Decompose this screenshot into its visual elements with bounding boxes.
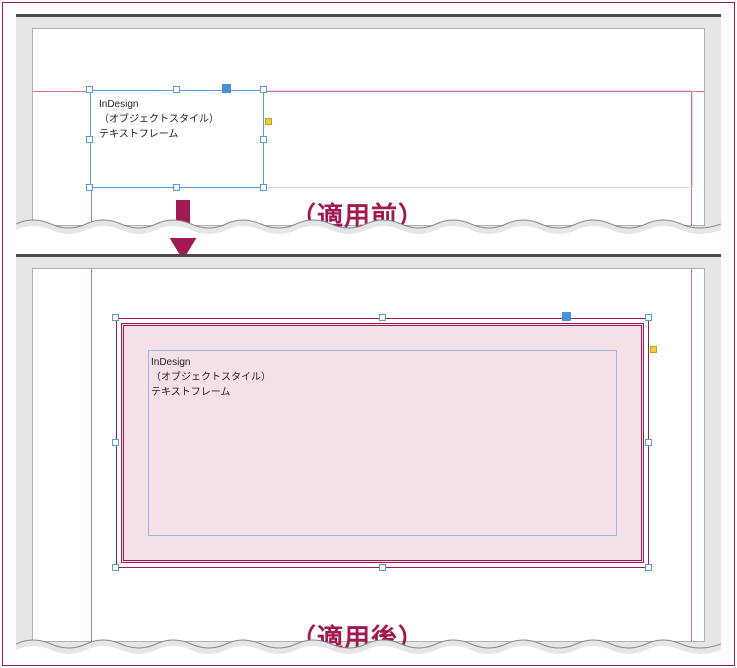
handle-reference-point[interactable] — [562, 312, 571, 321]
handle-e[interactable] — [645, 439, 652, 446]
text-line-1: InDesign — [99, 97, 255, 112]
frame-text: InDesign （オブジェクトスタイル） テキストフレーム — [91, 91, 263, 148]
arrow-down-icon — [166, 200, 200, 260]
handle-se[interactable] — [645, 564, 652, 571]
handle-corner-options[interactable] — [265, 118, 272, 125]
text-frame-after[interactable]: InDesign （オブジェクトスタイル） テキストフレーム — [116, 318, 649, 568]
handle-e[interactable] — [260, 136, 267, 143]
text-frame-before[interactable]: InDesign （オブジェクトスタイル） テキストフレーム — [90, 90, 264, 188]
handle-n[interactable] — [379, 314, 386, 321]
caption-before: （適用前） — [290, 196, 425, 233]
handle-reference-point[interactable] — [222, 84, 231, 93]
handle-ne[interactable] — [260, 86, 267, 93]
margin-guide-left — [91, 269, 92, 641]
handle-s[interactable] — [173, 184, 180, 191]
text-line-3: テキストフレーム — [151, 385, 614, 400]
handle-w[interactable] — [86, 136, 93, 143]
frame-text: InDesign （オブジェクトスタイル） テキストフレーム — [149, 351, 616, 404]
handle-sw[interactable] — [112, 564, 119, 571]
handle-w[interactable] — [112, 439, 119, 446]
frame-inset-guide: InDesign （オブジェクトスタイル） テキストフレーム — [148, 350, 617, 536]
margin-guide-right — [691, 91, 692, 225]
handle-corner-options[interactable] — [650, 346, 657, 353]
handle-se[interactable] — [260, 184, 267, 191]
handle-sw[interactable] — [86, 184, 93, 191]
caption-after: （適用後） — [290, 618, 425, 655]
text-line-1: InDesign — [151, 355, 614, 370]
margin-guide-right — [691, 269, 692, 641]
handle-nw[interactable] — [86, 86, 93, 93]
handle-s[interactable] — [379, 564, 386, 571]
text-line-3: テキストフレーム — [99, 127, 255, 142]
frame-stroke: InDesign （オブジェクトスタイル） テキストフレーム — [121, 323, 644, 563]
handle-nw[interactable] — [112, 314, 119, 321]
handle-n[interactable] — [173, 86, 180, 93]
text-line-2: （オブジェクトスタイル） — [151, 370, 614, 385]
text-line-2: （オブジェクトスタイル） — [99, 112, 255, 127]
handle-ne[interactable] — [645, 314, 652, 321]
